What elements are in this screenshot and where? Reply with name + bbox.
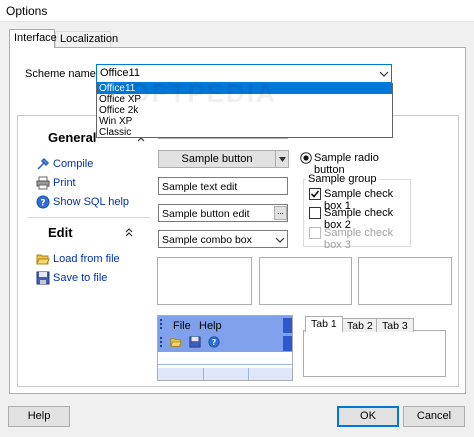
nav-item-print-label: Print bbox=[53, 177, 76, 189]
collapse-icon[interactable] bbox=[124, 227, 134, 237]
nav-item-save-to-file[interactable]: Save to file bbox=[36, 271, 146, 287]
checkmark-icon bbox=[310, 190, 320, 198]
help-icon: ? bbox=[36, 195, 50, 209]
cancel-button[interactable]: Cancel bbox=[403, 406, 465, 427]
sample-button-edit[interactable]: Sample button edit ... bbox=[158, 204, 288, 222]
scheme-option-win-xp[interactable]: Win XP bbox=[97, 117, 392, 127]
nav-divider bbox=[28, 217, 150, 218]
sample-tab-1[interactable]: Tab 1 bbox=[305, 316, 343, 332]
menu-file[interactable]: File bbox=[173, 320, 191, 332]
tab-localization-label: Localization bbox=[60, 33, 119, 45]
nav-item-compile[interactable]: Compile bbox=[36, 157, 146, 173]
toolbar-overflow-button[interactable] bbox=[283, 336, 292, 351]
sample-combo-box-value: Sample combo box bbox=[162, 234, 252, 246]
nav-group-general-title: General bbox=[48, 130, 97, 145]
sample-check-box-3: Sample check box 3 bbox=[309, 227, 409, 251]
save-disk-icon[interactable] bbox=[189, 336, 201, 348]
ok-button[interactable]: OK bbox=[337, 406, 399, 427]
sample-group-title: Sample group bbox=[306, 173, 379, 185]
open-folder-icon[interactable] bbox=[170, 336, 182, 348]
sample-tab-3-label: Tab 3 bbox=[382, 320, 408, 332]
grip-handle[interactable] bbox=[160, 337, 163, 347]
printer-icon bbox=[36, 176, 50, 190]
cancel-button-label: Cancel bbox=[416, 410, 452, 422]
checkbox-unchecked bbox=[309, 207, 321, 219]
nav-item-load-from-file[interactable]: Load from file bbox=[36, 252, 146, 268]
tab-interface[interactable]: Interface bbox=[9, 29, 57, 48]
sample-tabs: Tab 1 Tab 2 Tab 3 bbox=[305, 316, 455, 332]
grip-handle[interactable] bbox=[160, 319, 163, 329]
menu-overflow-button[interactable] bbox=[283, 318, 292, 333]
watermark: SOFTPEDIA bbox=[110, 78, 277, 108]
nav-bar: General Compile Print ? Show SQL help Ed… bbox=[28, 118, 150, 385]
sample-check-box-2[interactable]: Sample check box 2 bbox=[309, 207, 409, 231]
sample-tab-2-label: Tab 2 bbox=[347, 320, 373, 332]
scheme-option-classic[interactable]: Classic bbox=[97, 128, 392, 138]
help-button[interactable]: Help bbox=[8, 406, 70, 427]
caret-down-icon bbox=[279, 157, 286, 162]
office-status-divider bbox=[248, 368, 249, 380]
title-bar: Options bbox=[0, 0, 474, 22]
nav-item-load-from-file-label: Load from file bbox=[53, 253, 120, 265]
sample-combo-box[interactable]: Sample combo box bbox=[158, 230, 288, 248]
svg-text:?: ? bbox=[212, 338, 216, 347]
menu-help[interactable]: Help bbox=[199, 320, 222, 332]
sample-button-label: Sample button bbox=[181, 153, 253, 165]
nav-item-show-sql-help-label: Show SQL help bbox=[53, 196, 130, 208]
svg-text:?: ? bbox=[40, 199, 45, 209]
checkbox-disabled bbox=[309, 227, 321, 239]
nav-item-print[interactable]: Print bbox=[36, 176, 146, 192]
save-disk-icon bbox=[36, 271, 50, 285]
sample-check-box-3-label: Sample check box 3 bbox=[324, 227, 394, 251]
sample-tab-page bbox=[303, 330, 446, 377]
sample-radio-button[interactable]: Sample radio button bbox=[300, 152, 410, 176]
sample-panel-box-3 bbox=[358, 257, 452, 305]
sample-tab-2[interactable]: Tab 2 bbox=[341, 318, 379, 332]
sample-button-edit-value: Sample button edit bbox=[162, 208, 250, 220]
window-title: Options bbox=[6, 4, 48, 18]
sample-button-dropdown[interactable] bbox=[275, 150, 289, 168]
compile-icon bbox=[37, 157, 50, 170]
office-sample: File Help ? bbox=[157, 315, 293, 381]
open-folder-icon bbox=[36, 254, 50, 265]
nav-group-edit-title: Edit bbox=[48, 225, 73, 240]
tab-localization[interactable]: Localization bbox=[55, 31, 118, 48]
help-button-label: Help bbox=[27, 410, 51, 422]
sample-text-edit-value: Sample text edit bbox=[162, 181, 238, 193]
sample-text-edit[interactable]: Sample text edit bbox=[158, 177, 288, 195]
chevron-down-icon bbox=[275, 237, 285, 243]
tab-interface-label: Interface bbox=[14, 32, 57, 44]
sample-tab-1-label: Tab 1 bbox=[311, 318, 337, 330]
scheme-name-label: Scheme name bbox=[25, 68, 96, 80]
sample-panel-box-1 bbox=[157, 257, 252, 305]
ok-button-label: OK bbox=[360, 410, 376, 422]
chevron-down-icon bbox=[379, 71, 389, 77]
office-status-divider bbox=[203, 368, 204, 380]
nav-item-show-sql-help[interactable]: ? Show SQL help bbox=[36, 195, 150, 211]
radio-selected-icon bbox=[300, 152, 312, 164]
sample-button[interactable]: Sample button bbox=[158, 150, 276, 168]
help-icon[interactable]: ? bbox=[208, 336, 220, 348]
nav-item-save-to-file-label: Save to file bbox=[53, 272, 108, 284]
office-status-divider bbox=[158, 364, 292, 365]
checkbox-checked bbox=[309, 188, 321, 200]
sample-panel-box-2 bbox=[259, 257, 352, 305]
office-status-bar bbox=[158, 368, 292, 380]
sample-tab-3[interactable]: Tab 3 bbox=[376, 318, 414, 332]
nav-item-compile-label: Compile bbox=[53, 158, 94, 170]
ellipsis-button[interactable]: ... bbox=[274, 206, 287, 220]
sample-check-box-1[interactable]: Sample check box 1 bbox=[309, 188, 409, 212]
ellipsis-button-label: ... bbox=[277, 207, 284, 216]
